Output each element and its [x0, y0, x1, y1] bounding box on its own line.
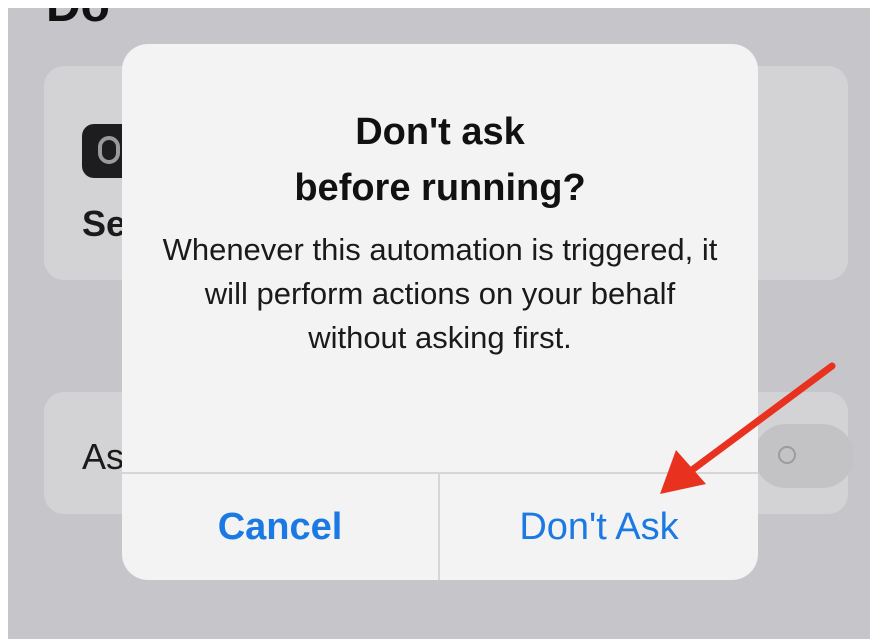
- alert-message: Whenever this automation is triggered, i…: [162, 232, 718, 355]
- alert-title: Don't ask before running?: [294, 111, 586, 209]
- cancel-button[interactable]: Cancel: [122, 474, 438, 580]
- background-title: Do: [46, 8, 110, 33]
- confirmation-alert: Don't ask before running? Whenever this …: [122, 44, 758, 580]
- watch-face-icon: [98, 136, 120, 164]
- ask-before-running-toggle[interactable]: [754, 424, 854, 488]
- trigger-card-label: Se: [82, 203, 127, 244]
- ask-before-running-label: As: [82, 436, 125, 477]
- toggle-off-indicator-icon: [778, 446, 796, 464]
- dont-ask-button[interactable]: Don't Ask: [440, 474, 758, 580]
